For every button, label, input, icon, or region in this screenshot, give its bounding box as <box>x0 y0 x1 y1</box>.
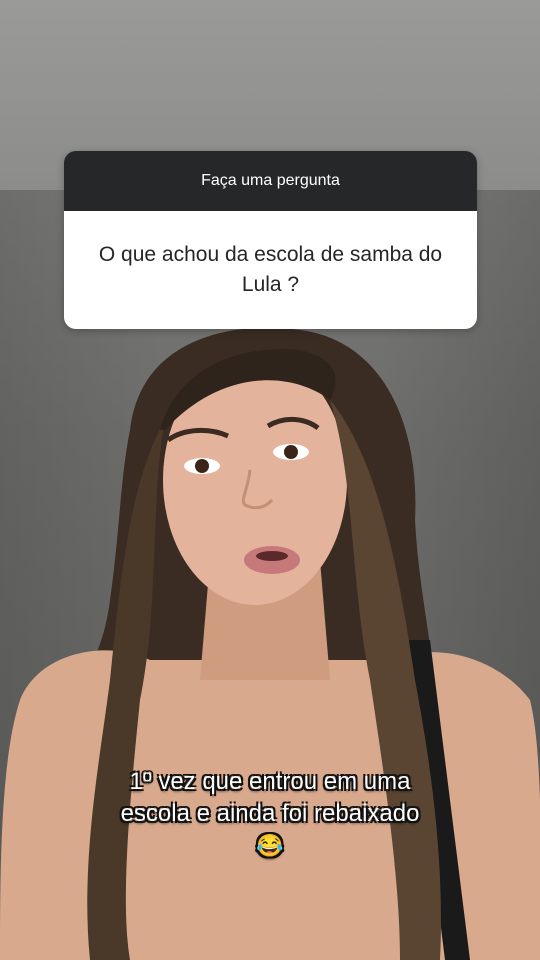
caption-line-1: 1º vez que entrou em uma <box>129 768 411 795</box>
caption-overlay: 1º vez que entrou em uma escola e ainda … <box>60 766 480 862</box>
question-sticker-text: O que achou da escola de samba do Lula ? <box>64 211 477 329</box>
laughing-tears-emoji-icon: 😂 <box>256 833 284 858</box>
question-sticker[interactable]: Faça uma pergunta O que achou da escola … <box>64 151 477 329</box>
question-sticker-header: Faça uma pergunta <box>64 151 477 211</box>
caption-line-2: escola e ainda foi rebaixado <box>120 800 420 827</box>
